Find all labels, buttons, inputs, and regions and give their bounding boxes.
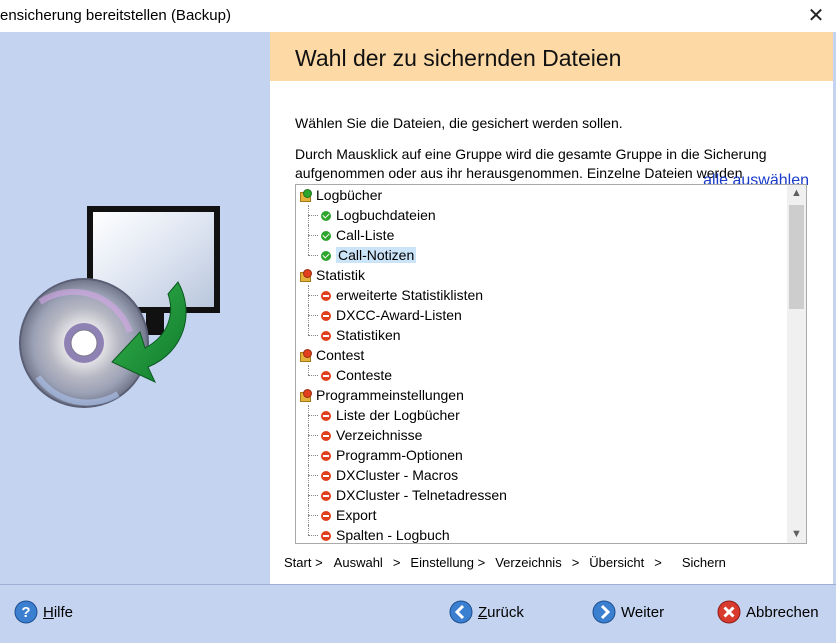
tree-item[interactable]: DXCC-Award-Listen — [296, 305, 786, 325]
tree-group-label: Contest — [316, 347, 365, 363]
tree-group[interactable]: Logbücher — [296, 185, 786, 205]
excluded-minus-icon — [321, 491, 331, 501]
excluded-minus-icon — [321, 451, 331, 461]
tree-item[interactable]: Conteste — [296, 365, 786, 385]
tree-item-label: DXCC-Award-Listen — [336, 307, 462, 323]
window-title: ensicherung bereitstellen (Backup) — [0, 7, 231, 24]
tree-group-label: Programmeinstellungen — [316, 387, 464, 403]
tree-item[interactable]: Verzeichnisse — [296, 425, 786, 445]
tree-item-label: DXCluster - Macros — [336, 467, 459, 483]
included-check-icon — [321, 251, 331, 261]
excluded-minus-icon — [321, 511, 331, 521]
back-arrow-icon — [449, 600, 473, 624]
tree-item-label: Call-Notizen — [336, 247, 417, 263]
folder-status-icon — [300, 389, 313, 402]
side-illustration-panel — [0, 32, 270, 584]
back-label: urück — [487, 603, 524, 621]
tree-group-label: Statistik — [316, 267, 366, 283]
tree-item[interactable]: Logbuchdateien — [296, 205, 786, 225]
tree-item[interactable]: Liste der Logbücher — [296, 405, 786, 425]
tree-item-label: Logbuchdateien — [336, 207, 436, 223]
vertical-scrollbar[interactable]: ▲ ▼ — [787, 185, 806, 543]
page-title: Wahl der zu sichernden Dateien — [295, 45, 622, 71]
excluded-minus-icon — [321, 471, 331, 481]
wizard-step: > — [654, 555, 662, 570]
tree-item-label: Conteste — [336, 367, 393, 383]
excluded-minus-icon — [321, 431, 331, 441]
tree-items: Logbücher Logbuchdateien Call-Liste Call-No… — [296, 185, 786, 543]
tree-item[interactable]: DXCluster - Macros — [296, 465, 786, 485]
close-icon[interactable]: ✕ — [802, 2, 830, 30]
tree-group[interactable]: Statistik — [296, 265, 786, 285]
excluded-minus-icon — [321, 331, 331, 341]
backup-cd-monitor-illustration — [19, 206, 220, 408]
tree-item[interactable]: Spalten - Logbuch — [296, 525, 786, 543]
tree-item-label: Statistiken — [336, 327, 401, 343]
tree-item-label: Export — [336, 507, 377, 523]
cancel-button[interactable]: Abbrechen — [717, 599, 819, 625]
title-bar: ensicherung bereitstellen (Backup) ✕ — [0, 0, 836, 32]
scroll-thumb[interactable] — [789, 205, 804, 309]
tree-item-label: Call-Liste — [336, 227, 395, 243]
wizard-steps: Start > Auswahl > Einstellung > Verzeichnis >… — [284, 555, 726, 570]
help-mnemonic: H — [43, 603, 54, 621]
excluded-minus-icon — [321, 371, 331, 381]
tree-item-label: Verzeichnisse — [336, 427, 423, 443]
tree-item[interactable]: Export — [296, 505, 786, 525]
tree-item[interactable]: Programm-Optionen — [296, 445, 786, 465]
tree-item[interactable]: Call-Notizen — [296, 245, 786, 265]
scroll-up-icon[interactable]: ▲ — [787, 185, 806, 202]
cancel-x-icon — [717, 600, 741, 624]
next-label: Weiter — [621, 603, 665, 621]
wizard-step: > — [571, 555, 580, 570]
wizard-step: Übersicht — [589, 555, 645, 570]
included-check-icon — [321, 231, 331, 241]
help-question-icon: ? — [14, 600, 38, 624]
folder-status-icon — [300, 189, 313, 202]
tree-item[interactable]: Statistiken — [296, 325, 786, 345]
included-check-icon — [321, 211, 331, 221]
next-arrow-icon — [592, 600, 616, 624]
intro-text: Wählen Sie die Dateien, die gesichert we… — [295, 115, 623, 131]
page-header: Wahl der zu sichernden Dateien — [270, 32, 833, 81]
tree-item-label: Liste der Logbücher — [336, 407, 460, 423]
folder-status-icon — [300, 349, 313, 362]
tree-group[interactable]: Programmeinstellungen — [296, 385, 786, 405]
next-button[interactable]: Weiter — [592, 599, 664, 625]
scroll-down-icon[interactable]: ▼ — [787, 526, 806, 543]
tree-item-label: Programm-Optionen — [336, 447, 463, 463]
wizard-step: Verzeichnis — [495, 555, 562, 570]
folder-status-icon — [300, 269, 313, 282]
tree-group-label: Logbücher — [316, 187, 383, 203]
excluded-minus-icon — [321, 291, 331, 301]
back-mnemonic: Z — [478, 603, 488, 621]
excluded-minus-icon — [321, 531, 331, 541]
tree-item-label: Spalten - Logbuch — [336, 527, 450, 543]
tree-item-label: erweiterte Statistiklisten — [336, 287, 484, 303]
excluded-minus-icon — [321, 311, 331, 321]
tree-item-label: DXCluster - Telnetadressen — [336, 487, 507, 503]
file-tree[interactable]: Logbücher Logbuchdateien Call-Liste Call-No… — [295, 184, 807, 544]
button-bar: ? Hilfe Zurück Weiter Abbrechen — [0, 584, 836, 643]
help-label: ilfe — [53, 603, 74, 621]
back-button[interactable]: Zurück — [449, 599, 524, 625]
tree-item[interactable]: DXCluster - Telnetadressen — [296, 485, 786, 505]
help-button[interactable]: ? Hilfe — [14, 599, 73, 625]
wizard-step: Auswahl — [333, 555, 383, 570]
excluded-minus-icon — [321, 411, 331, 421]
wizard-step: Start > — [284, 555, 323, 570]
wizard-step: Sichern — [681, 555, 726, 570]
wizard-step: > — [392, 555, 401, 570]
tree-item[interactable]: erweiterte Statistiklisten — [296, 285, 786, 305]
tree-item[interactable]: Call-Liste — [296, 225, 786, 245]
tree-group[interactable]: Contest — [296, 345, 786, 365]
svg-text:?: ? — [21, 604, 30, 621]
content-panel: Wahl der zu sichernden Dateien Wählen Si… — [270, 32, 836, 584]
cancel-label: Abbrechen — [746, 603, 819, 621]
wizard-step: Einstellung > — [410, 555, 486, 570]
